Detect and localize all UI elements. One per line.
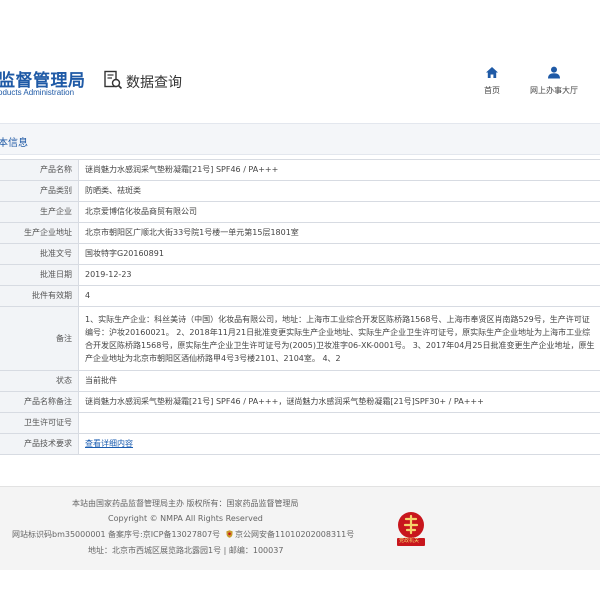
table-row: 状态 当前批件: [0, 370, 600, 392]
table-row: 批件有效期 4: [0, 285, 600, 307]
field-label: 批准日期: [0, 264, 79, 286]
field-label: 产品技术要求: [0, 433, 79, 455]
table-row: 生产企业地址 北京市朝阳区广顺北大街33号院1号楼一单元第15层1801室: [0, 222, 600, 244]
data-query-link[interactable]: 数据查询: [126, 72, 182, 92]
site-footer: 本站由国家药品监督管理局主办 版权所有：国家药品监督管理局 Copyright …: [0, 486, 600, 570]
field-label: 批准文号: [0, 243, 79, 265]
footer-copyright: Copyright © NMPA All Rights Reserved: [108, 514, 263, 523]
field-label: 卫生许可证号: [0, 412, 79, 434]
table-row: 生产企业 北京爱博信化妆品商贸有限公司: [0, 201, 600, 223]
footer-icp-link[interactable]: 备案序号:京ICP备13027807号: [108, 529, 220, 540]
product-category-value: 防晒类、祛斑类: [78, 180, 600, 202]
nav-online-office[interactable]: 网上办事大厅: [526, 66, 582, 96]
approval-number-value: 国妆特字G20160891: [78, 243, 600, 265]
user-icon: [548, 66, 560, 79]
footer-sponsor: 本站由国家药品监督管理局主办 版权所有：国家药品监督管理局: [72, 499, 299, 508]
footer-police-record[interactable]: 京公网安备11010202008311号: [226, 529, 354, 540]
nav-online-office-label: 网上办事大厅: [530, 86, 578, 95]
manufacturer-value: 北京爱博信化妆品商贸有限公司: [78, 201, 600, 223]
home-icon: [486, 67, 498, 78]
footer-police-text: 京公网安备11010202008311号: [235, 530, 355, 539]
table-row: 卫生许可证号: [0, 412, 600, 434]
product-info-table: 产品名称 谜尚魅力水感润采气垫粉凝霜[21号] SPF46 / PA+++ 产品…: [0, 159, 600, 455]
status-value: 当前批件: [78, 370, 600, 392]
footer-address: 地址：北京市西城区展览路北露园1号 | 邮编：100037: [88, 546, 284, 555]
field-label: 生产企业: [0, 201, 79, 223]
remarks-value: 1、实际生产企业：科丝美诗（中国）化妆品有限公司，地址：上海市工业综合开发区陈桥…: [78, 306, 600, 371]
validity-value: 4: [78, 285, 600, 307]
footer-site-id: 网站标识码bm35000001: [12, 530, 106, 539]
tech-requirements-cell: 查看详细内容: [78, 433, 600, 455]
table-row: 产品名称备注 谜尚魅力水感润采气垫粉凝霜[21号] SPF46 / PA+++，…: [0, 391, 600, 413]
field-label: 产品名称备注: [0, 391, 79, 413]
approval-date-value: 2019-12-23: [78, 264, 600, 286]
document-search-icon[interactable]: [103, 70, 123, 90]
field-label: 批件有效期: [0, 285, 79, 307]
manufacturer-address-value: 北京市朝阳区广顺北大街33号院1号楼一单元第15层1801室: [78, 222, 600, 244]
health-license-value: [78, 412, 600, 434]
table-row: 产品名称 谜尚魅力水感润采气垫粉凝霜[21号] SPF46 / PA+++: [0, 159, 600, 181]
field-label: 产品类别: [0, 180, 79, 202]
section-title: 本信息: [0, 138, 28, 149]
field-label: 产品名称: [0, 159, 79, 181]
table-row: 批准日期 2019-12-23: [0, 264, 600, 286]
field-label: 状态: [0, 370, 79, 392]
table-row: 产品类别 防晒类、祛斑类: [0, 180, 600, 202]
nav-home[interactable]: 首页: [480, 66, 504, 96]
site-header: 监督管理局 oducts Administration 数据查询 首页 网上办事…: [0, 0, 600, 120]
section-header: 本信息: [0, 123, 600, 155]
police-badge-icon: [226, 530, 233, 538]
field-label: 备注: [0, 306, 79, 371]
product-name-notes-value: 谜尚魅力水感润采气垫粉凝霜[21号] SPF46 / PA+++，谜尚魅力水感润…: [78, 391, 600, 413]
nav-home-label: 首页: [484, 86, 500, 95]
table-row: 产品技术要求 查看详细内容: [0, 433, 600, 455]
field-label: 生产企业地址: [0, 222, 79, 244]
product-name-value: 谜尚魅力水感润采气垫粉凝霜[21号] SPF46 / PA+++: [78, 159, 600, 181]
site-subtitle: oducts Administration: [0, 88, 75, 97]
table-row: 备注 1、实际生产企业：科丝美诗（中国）化妆品有限公司，地址：上海市工业综合开发…: [0, 306, 600, 371]
table-row: 批准文号 国妆特字G20160891: [0, 243, 600, 265]
badge-label: 党政机关: [399, 538, 420, 544]
view-details-link[interactable]: 查看详细内容: [85, 439, 133, 448]
